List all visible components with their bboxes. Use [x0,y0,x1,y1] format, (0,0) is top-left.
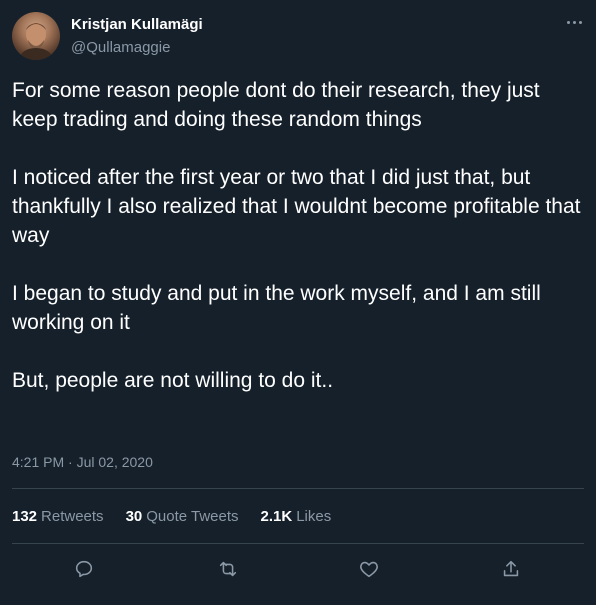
likes-label: Likes [296,508,332,525]
reply-button[interactable] [71,556,97,582]
quote-tweets-label: Quote Tweets [146,508,239,525]
quote-tweets-stat[interactable]: 30 Quote Tweets [126,508,239,525]
tweet-text: For some reason people dont do their res… [12,76,584,395]
author-handle[interactable]: @Qullamaggie [71,39,170,56]
more-dot [572,20,576,24]
retweets-stat[interactable]: 132 Retweets [12,508,104,525]
tweet-timestamp[interactable]: 4:21 PM · Jul 02, 2020 [12,454,153,470]
retweet-button[interactable] [215,556,241,582]
retweet-icon [219,561,237,577]
divider [12,488,584,489]
action-bar [0,556,596,582]
author-name[interactable]: Kristjan Kullamägi [71,16,203,33]
reply-icon [75,560,93,578]
share-button[interactable] [498,556,524,582]
retweets-label: Retweets [41,508,104,525]
quote-tweets-count: 30 [125,508,143,525]
retweets-count: 132 [12,508,38,525]
avatar-image [18,22,54,60]
tweet-stats: 132 Retweets 30 Quote Tweets 2.1K Likes [12,508,353,525]
share-icon [503,560,519,577]
tweet-paragraph: For some reason people dont do their res… [12,79,540,131]
tweet-card: Kristjan Kullamägi @Qullamaggie For some… [0,0,596,605]
heart-icon [360,561,378,578]
tweet-paragraph: I noticed after the first year or two th… [12,166,581,247]
tweet-paragraph: I began to study and put in the work mys… [12,282,541,334]
more-horizontal-icon [566,20,570,24]
likes-stat[interactable]: 2.1K Likes [261,508,332,525]
likes-count: 2.1K [260,508,293,525]
like-button[interactable] [356,556,382,582]
tweet-paragraph: But, people are not willing to do it.. [12,369,334,392]
more-dot [578,20,582,24]
avatar[interactable] [12,12,60,60]
more-options-button[interactable] [560,10,588,34]
divider [12,543,584,544]
